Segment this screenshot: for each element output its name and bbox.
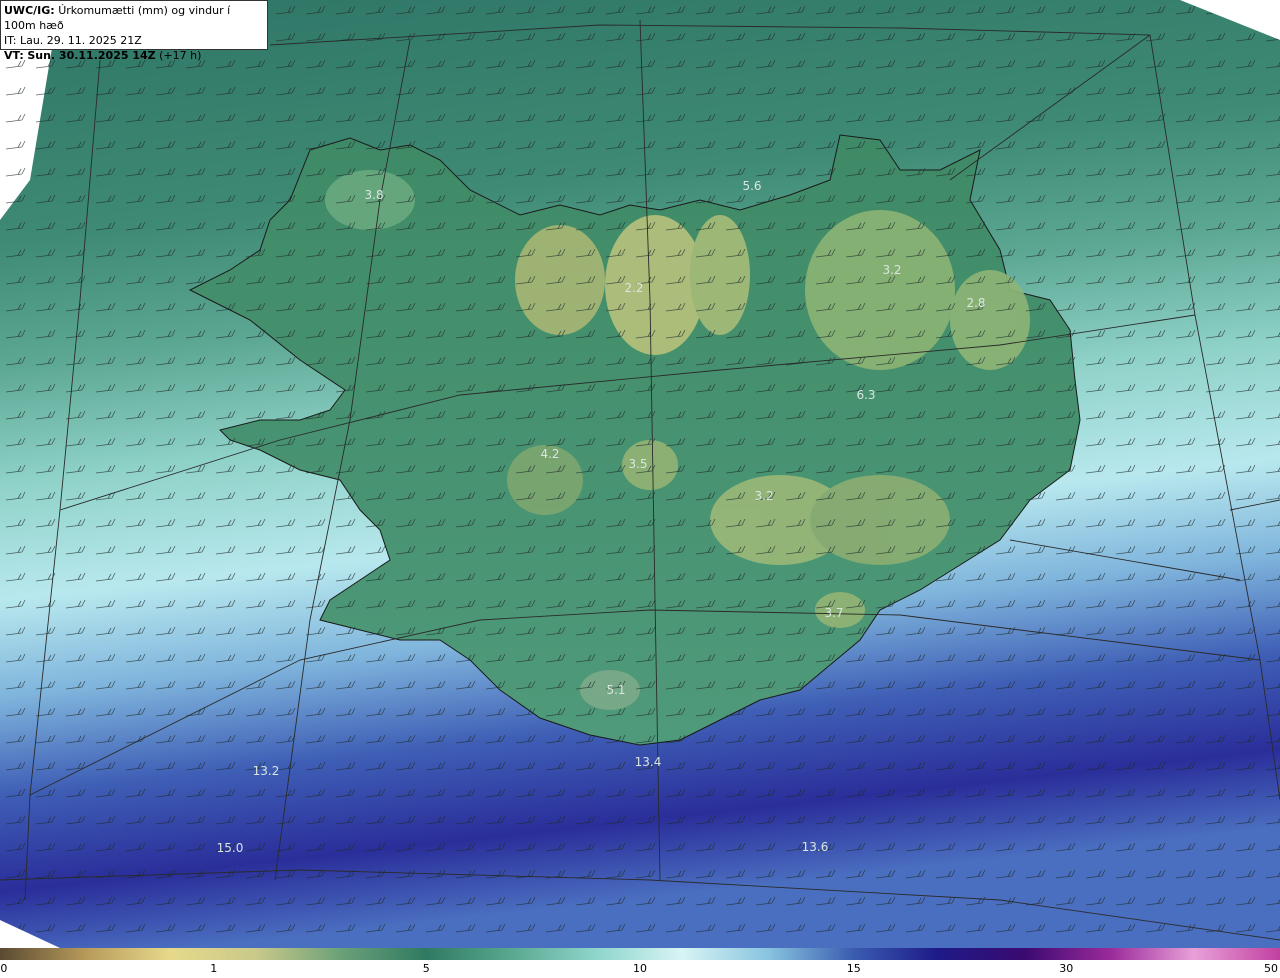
model-name: UWC/IG: xyxy=(4,4,55,17)
it-prefix: IT: xyxy=(4,34,17,47)
title-line: UWC/IG: Úrkomumætti (mm) og vindur í 100… xyxy=(4,3,264,33)
colorbar-tick-label: 50 xyxy=(1264,962,1279,975)
value-label: 3.5 xyxy=(628,457,647,471)
colorbar-tick-label: 10 xyxy=(633,962,647,975)
value-label: 2.8 xyxy=(966,296,985,310)
colorbar-strip xyxy=(0,948,1280,960)
value-label: 2.2 xyxy=(624,281,643,295)
vt-prefix: VT: xyxy=(4,49,24,62)
colorbar-tick-label: 0 xyxy=(0,962,8,975)
value-label: 3.2 xyxy=(882,263,901,277)
value-label: 3.2 xyxy=(754,489,773,503)
colorbar-tick-label: 5 xyxy=(422,962,430,975)
value-label: 3.7 xyxy=(824,606,843,620)
colorbar-tick-label: 1 xyxy=(210,962,218,975)
vt-lead: (+17 h) xyxy=(159,49,202,62)
info-box: UWC/IG: Úrkomumætti (mm) og vindur í 100… xyxy=(0,0,268,62)
colorbar: 0 1 5 10 15 30 50 xyxy=(0,948,1280,978)
map-svg: 3.8 5.6 2.2 3.2 2.8 6.3 4.2 3.5 3.2 3.7 5.1 13.4 13.… xyxy=(0,0,1280,948)
value-label: 6.3 xyxy=(856,388,875,402)
value-label: 13.4 xyxy=(635,755,662,769)
wind-barbs xyxy=(0,0,1280,948)
value-label: 3.8 xyxy=(364,188,383,202)
value-label: 5.1 xyxy=(606,683,625,697)
value-label: 13.2 xyxy=(253,764,280,778)
weather-map: 3.8 5.6 2.2 3.2 2.8 6.3 4.2 3.5 3.2 3.7 5.1 13.4 13.… xyxy=(0,0,1280,948)
vt-line: VT: Sun. 30.11.2025 14Z (+17 h) xyxy=(4,48,264,63)
colorbar-tick-label: 30 xyxy=(1059,962,1074,975)
value-label: 13.6 xyxy=(802,840,829,854)
value-label: 15.0 xyxy=(217,841,244,855)
it-line: IT: Lau. 29. 11. 2025 21Z xyxy=(4,33,264,48)
vt-text: Sun. 30.11.2025 14Z xyxy=(27,49,156,62)
colorbar-ticks: 0 1 5 10 15 30 50 xyxy=(0,962,1280,978)
value-label: 4.2 xyxy=(540,447,559,461)
value-label: 5.6 xyxy=(742,179,761,193)
it-text: Lau. 29. 11. 2025 21Z xyxy=(19,34,142,47)
colorbar-tick-label: 15 xyxy=(846,962,861,975)
